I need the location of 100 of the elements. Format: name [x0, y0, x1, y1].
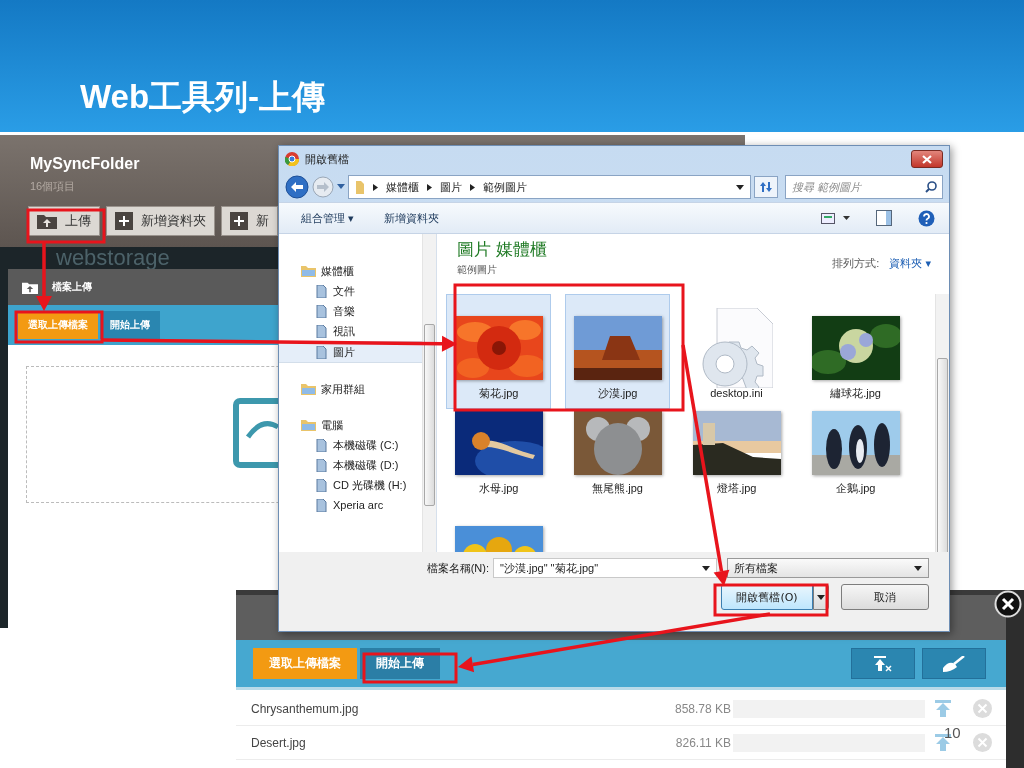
- document-icon: [315, 438, 328, 452]
- file-item[interactable]: 沙漠.jpg: [565, 294, 670, 409]
- document-icon: [315, 284, 328, 298]
- filename-field[interactable]: "沙漠.jpg" "菊花.jpg": [493, 558, 717, 578]
- slide-title: Web工具列-上傳: [80, 78, 326, 116]
- toolbar-item[interactable]: 組合管理 ▾: [301, 210, 354, 226]
- file-type-dropdown[interactable]: 所有檔案: [727, 558, 929, 578]
- file-item[interactable]: 水母.jpg: [446, 409, 551, 504]
- upload-toolbar-button[interactable]: 開始上傳: [100, 311, 160, 339]
- file-item[interactable]: 燈塔.jpg: [684, 409, 789, 504]
- file-name: 沙漠.jpg: [597, 386, 638, 400]
- breadcrumb-item[interactable]: 圖片: [440, 179, 462, 195]
- nav-item[interactable]: 家用群組: [279, 379, 422, 399]
- toolbar-button[interactable]: 新: [221, 206, 278, 236]
- upload-toolbar-button[interactable]: 開始上傳: [360, 648, 440, 679]
- caret-icon: [817, 594, 825, 600]
- arrow: [36, 242, 52, 311]
- arrange-label: 排列方式:: [832, 256, 880, 271]
- file-item[interactable]: 繡球花.jpg: [803, 294, 908, 409]
- folder-upload-icon: [37, 213, 57, 229]
- scrollbar[interactable]: [422, 234, 436, 552]
- nav-item[interactable]: 本機磁碟 (D:): [279, 455, 422, 475]
- dropdown-caret-icon: [702, 565, 710, 571]
- toolbar-button[interactable]: 上傳: [28, 206, 100, 236]
- folder-icon: [355, 180, 365, 194]
- toolbar-button[interactable]: 新增資料夾: [106, 206, 215, 236]
- close-icon: [922, 154, 932, 164]
- nav-item[interactable]: 電腦: [279, 415, 422, 435]
- nav-item[interactable]: 本機磁碟 (C:): [279, 435, 422, 455]
- broom-icon: [943, 655, 965, 672]
- clean-button[interactable]: [922, 648, 986, 679]
- plus-icon: [115, 212, 133, 230]
- file-name: 無尾熊.jpg: [592, 481, 643, 495]
- folder-icon: [301, 419, 316, 431]
- settings-file-icon: [700, 308, 773, 388]
- plus-icon: [230, 212, 248, 230]
- nav-item[interactable]: CD 光碟機 (H:): [279, 475, 422, 495]
- document-icon: [315, 478, 328, 492]
- panel-title: 檔案上傳: [52, 280, 92, 294]
- document-icon: [315, 498, 328, 512]
- dropdown-caret-icon[interactable]: [843, 216, 850, 220]
- scrollbar[interactable]: [935, 294, 949, 552]
- close-button[interactable]: [911, 150, 943, 168]
- document-icon: [315, 324, 328, 338]
- logo-text: webstorage: [56, 247, 170, 269]
- filename-label: 檔案名稱(N):: [426, 560, 489, 576]
- folder-upload-icon: [22, 280, 38, 294]
- file-item[interactable]: 無尾熊.jpg: [565, 409, 670, 504]
- search-field[interactable]: 搜尋 範例圖片: [785, 175, 943, 199]
- address-field[interactable]: 媒體櫃 圖片 範例圖片: [348, 175, 751, 199]
- file-name: 繡球花.jpg: [830, 386, 881, 400]
- nav-item[interactable]: Xperia arc: [279, 495, 422, 515]
- arrange-dropdown[interactable]: 資料夾 ▾: [889, 256, 931, 294]
- folder-icon: [301, 383, 316, 395]
- file-item[interactable]: 企鵝.jpg: [803, 409, 908, 504]
- clear-uploaded-button[interactable]: [851, 648, 915, 679]
- close-icon[interactable]: [994, 590, 1022, 618]
- file-name: Chrysanthemum.jpg: [251, 701, 360, 716]
- upload-clear-icon: [874, 655, 892, 672]
- dropdown-caret-icon: [914, 565, 922, 571]
- view-icon[interactable]: [821, 212, 835, 224]
- breadcrumb-item[interactable]: 範例圖片: [483, 179, 527, 195]
- chevron-icon: [373, 183, 378, 191]
- filename-value: "沙漠.jpg" "菊花.jpg": [500, 560, 600, 576]
- item-count: 16個項目: [30, 179, 76, 194]
- file-size: 826.11 KB: [675, 735, 731, 750]
- nav-item[interactable]: 視訊: [279, 321, 422, 341]
- library-subtitle: 範例圖片: [457, 263, 497, 277]
- preview-pane-icon[interactable]: [876, 210, 892, 226]
- dialog-title: 開啟舊檔: [305, 151, 349, 167]
- file-item[interactable]: 菊花.jpg: [446, 294, 551, 409]
- document-icon: [315, 304, 328, 318]
- breadcrumb-item[interactable]: 媒體櫃: [386, 179, 419, 195]
- document-icon: [315, 458, 328, 472]
- refresh-button[interactable]: [754, 176, 778, 198]
- cancel-button[interactable]: 取消: [841, 584, 929, 610]
- file-name: desktop.ini: [710, 386, 763, 400]
- folder-title: MySyncFolder: [30, 155, 140, 173]
- app-icon: [285, 152, 299, 166]
- nav-item[interactable]: 媒體櫃: [279, 261, 422, 281]
- help-icon[interactable]: [918, 209, 935, 227]
- file-size: 858.78 KB: [674, 701, 731, 716]
- file-item[interactable]: desktop.ini: [684, 294, 789, 409]
- back-button[interactable]: [285, 175, 309, 199]
- search-icon: [925, 181, 937, 193]
- nav-item[interactable]: 音樂: [279, 301, 422, 321]
- page-number: 10: [944, 724, 961, 741]
- file-name: Desert.jpg: [251, 735, 307, 750]
- file-name: 菊花.jpg: [478, 386, 519, 400]
- nav-item[interactable]: 文件: [279, 281, 422, 301]
- library-title: 圖片 媒體櫃: [457, 239, 547, 261]
- chevron-icon: [427, 183, 432, 191]
- document-icon: [315, 345, 328, 359]
- toolbar-item[interactable]: 新增資料夾: [383, 210, 439, 226]
- refresh-icon: [759, 181, 773, 193]
- folder-icon: [301, 265, 316, 277]
- file-name: 水母.jpg: [478, 481, 519, 495]
- file-name: 燈塔.jpg: [716, 481, 757, 495]
- chevron-icon: [470, 183, 475, 191]
- dropdown-caret-icon[interactable]: [736, 184, 744, 190]
